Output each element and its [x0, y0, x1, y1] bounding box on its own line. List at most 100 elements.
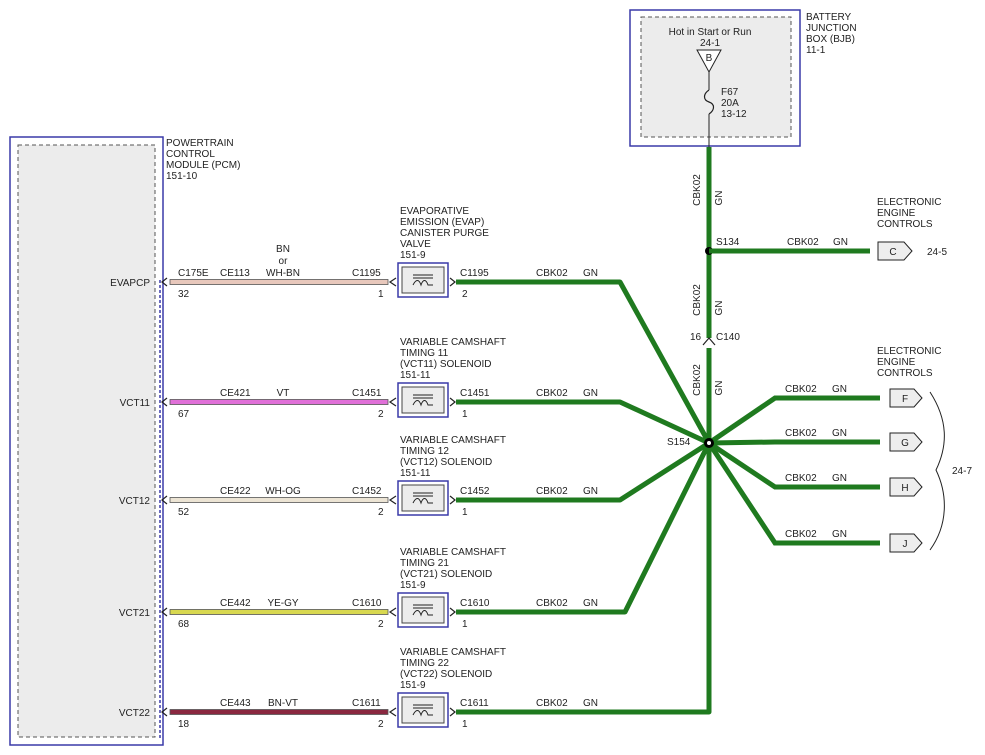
device-pin-arrow	[388, 397, 397, 407]
eec-branch-circuit-label: CBK02	[785, 529, 817, 540]
device-body	[401, 696, 445, 724]
device-out-connector-label: C1610	[460, 598, 490, 609]
signal-wire	[169, 709, 389, 715]
device-out-arrow	[449, 707, 456, 717]
device-out-connector-label: C1195	[460, 268, 489, 279]
device-pin-right: 1	[462, 619, 468, 630]
device-body	[401, 266, 445, 294]
device-pin-arrow	[388, 707, 397, 717]
signal-wire	[169, 279, 389, 285]
eec-right-title-line: CONTROLS	[877, 368, 933, 379]
eec-right-title-line: ELECTRONIC	[877, 346, 941, 357]
s134-label: S134	[716, 237, 740, 248]
c140-connector-symbol	[702, 337, 716, 346]
bjb-hot-ref: 24-1	[700, 38, 720, 49]
device-title-line: VARIABLE CAMSHAFT	[400, 435, 506, 446]
device-out-connector-label: C1451	[460, 388, 490, 399]
feed-color-label: GN	[714, 301, 725, 316]
device-pin-left: 2	[378, 409, 384, 420]
device-title-line: TIMING 21	[400, 558, 449, 569]
eec-branch-color-label: GN	[832, 384, 847, 395]
device-pin-left: 2	[378, 719, 384, 730]
device-title-line: VARIABLE CAMSHAFT	[400, 547, 506, 558]
device-title-line: TIMING 12	[400, 446, 449, 457]
device-out-connector-label: C1611	[460, 698, 489, 709]
device-body	[401, 386, 445, 414]
eec-branch-circuit-label: CBK02	[785, 428, 817, 439]
signal-circuit-label: CE422	[220, 486, 251, 497]
device-title-line: (VCT21) SOLENOID	[400, 569, 492, 580]
device-pin-arrow	[388, 277, 397, 287]
out-circuit-label: CBK02	[536, 268, 568, 279]
feed-circuit-label: CBK02	[692, 364, 703, 396]
pcm-pin-name: VCT11	[120, 398, 151, 409]
signal-color-label: BN	[276, 244, 290, 255]
eec-branch-color-label: GN	[832, 473, 847, 484]
device-pin-left: 2	[378, 507, 384, 518]
bjb-title-line: 11-1	[806, 45, 826, 56]
out-circuit-label: CBK02	[536, 698, 568, 709]
pcm-pin-name: EVAPCP	[110, 278, 150, 289]
device-title-line: 151-9	[400, 250, 426, 261]
device-out-wire	[456, 279, 712, 445]
signal-color-label: WH-BN	[266, 268, 300, 279]
device-out-connector-label: C1452	[460, 486, 490, 497]
eec-branch-pin-letter: F	[902, 394, 908, 405]
device-title-line: 151-9	[400, 680, 426, 691]
device-connector-label: C1611	[352, 698, 381, 709]
pcm-pin-number: 32	[178, 289, 190, 300]
feed-color-label: GN	[714, 381, 725, 396]
signal-circuit-label: CE421	[220, 388, 251, 399]
device-connector-label: C1610	[352, 598, 382, 609]
device-pin-right: 1	[462, 719, 468, 730]
eec-branch-wire	[708, 439, 880, 446]
bjb-title-line: JUNCTION	[806, 23, 857, 34]
eec-c-pin-letter: C	[889, 247, 896, 258]
c140-label: C140	[716, 332, 740, 343]
pcm-pin-name: VCT22	[119, 708, 151, 719]
device-title-line: EVAPORATIVE	[400, 206, 469, 217]
device-title-line: VALVE	[400, 239, 431, 250]
pcm-pin-number: 52	[178, 507, 190, 518]
bjb-hot-label: Hot in Start or Run	[669, 27, 752, 38]
device-pin-right: 1	[462, 409, 468, 420]
device-title-line: 151-9	[400, 580, 426, 591]
signal-circuit-label: CE113	[220, 268, 250, 279]
pcm-pin-number: 18	[178, 719, 190, 730]
device-title-line: VARIABLE CAMSHAFT	[400, 337, 506, 348]
device-pin-left: 1	[378, 289, 384, 300]
pcm-connector-label: C175E	[178, 268, 209, 279]
pcm-module-body	[17, 144, 156, 738]
fuse-label-line: 13-12	[721, 109, 747, 120]
device-pin-left: 2	[378, 619, 384, 630]
device-connector-label: C1452	[352, 486, 382, 497]
out-color-label: GN	[583, 598, 598, 609]
pcm-title-line: CONTROL	[166, 149, 215, 160]
eec-branch-pin-letter: G	[901, 438, 909, 449]
signal-wire	[169, 399, 389, 405]
eec-c-ref: 24-5	[927, 247, 947, 258]
out-color-label: GN	[583, 698, 598, 709]
fuse-label-line: F67	[721, 87, 739, 98]
eec-right-ref: 24-7	[952, 466, 972, 477]
eec-branch-pin-letter: J	[903, 539, 908, 550]
device-body	[401, 484, 445, 512]
out-color-label: GN	[583, 486, 598, 497]
out-circuit-label: CBK02	[536, 388, 568, 399]
device-title-line: (VCT22) SOLENOID	[400, 669, 492, 680]
device-pin-arrow	[388, 607, 397, 617]
pcm-title-line: POWERTRAIN	[166, 138, 234, 149]
device-out-arrow	[449, 495, 456, 505]
out-circuit-label: CBK02	[536, 486, 568, 497]
pcm-title-line: MODULE (PCM)	[166, 160, 240, 171]
signal-color-label: YE-GY	[267, 598, 298, 609]
s154-splice-center	[707, 441, 711, 445]
device-connector-label: C1451	[352, 388, 382, 399]
device-title-line: 151-11	[400, 468, 431, 479]
out-color-label: GN	[583, 268, 598, 279]
bjb-pin-letter: B	[706, 53, 713, 64]
device-title-line: CANISTER PURGE	[400, 228, 489, 239]
signal-wire	[169, 609, 389, 615]
s154-label: S154	[667, 437, 691, 448]
device-pin-right: 1	[462, 507, 468, 518]
